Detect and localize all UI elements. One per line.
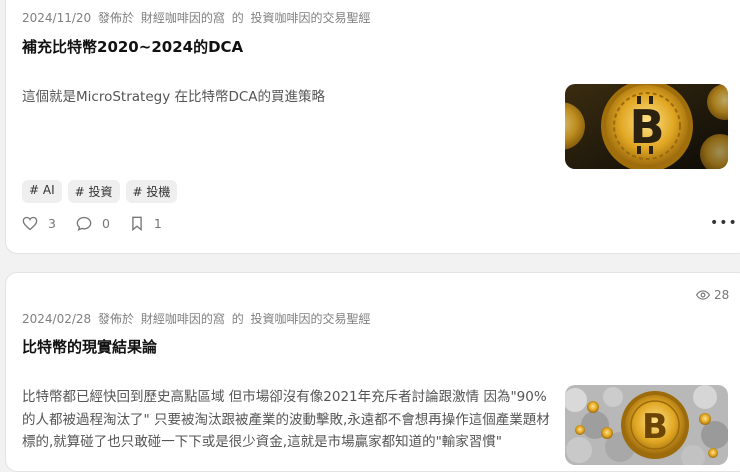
column-link[interactable]: 投資咖啡因的交易聖經 — [251, 11, 371, 25]
tag-list: # AI # 投資 # 投機 — [22, 180, 178, 203]
post-excerpt[interactable]: 比特幣都已經快回到歷史高點區域 但市場卻沒有像2021年充斥者討論跟激情 因為"… — [22, 386, 560, 454]
post-card[interactable]: 28 2024/02/28 發佈於 財經咖啡因的窩 的 投資咖啡因的交易聖經 比… — [5, 272, 740, 472]
post-thumbnail[interactable]: B — [565, 84, 728, 169]
bookmark-icon — [132, 216, 142, 231]
heart-icon — [22, 216, 38, 231]
comment-button[interactable]: 0 — [76, 216, 110, 231]
post-excerpt[interactable]: 這個就是MicroStrategy 在比特幣DCA的買進策略 — [22, 86, 542, 109]
publication-link[interactable]: 財經咖啡因的窩 — [141, 312, 225, 326]
eye-icon — [696, 290, 710, 300]
post-date: 2024/02/28 — [22, 312, 92, 326]
post-thumbnail[interactable]: B — [565, 385, 728, 465]
tag-chip[interactable]: # AI — [22, 180, 62, 203]
view-count-value: 28 — [714, 288, 730, 302]
post-actions: 3 0 1 — [22, 216, 182, 231]
post-title[interactable]: 比特幣的現實結果論 — [22, 336, 157, 357]
post-card[interactable]: 2024/11/20 發佈於 財經咖啡因的窩 的 投資咖啡因的交易聖經 補充比特… — [5, 0, 740, 254]
post-title[interactable]: 補充比特幣2020~2024的DCA — [22, 36, 243, 57]
comment-count: 0 — [101, 216, 110, 231]
posted-in-label: 發佈於 — [98, 11, 135, 25]
posted-in-label: 發佈於 — [98, 312, 135, 326]
view-count: 28 — [696, 288, 729, 302]
publication-link[interactable]: 財經咖啡因的窩 — [141, 11, 225, 25]
post-meta: 2024/02/28 發佈於 財經咖啡因的窩 的 投資咖啡因的交易聖經 — [22, 310, 374, 327]
post-meta: 2024/11/20 發佈於 財經咖啡因的窩 的 投資咖啡因的交易聖經 — [22, 9, 374, 26]
comment-icon — [76, 216, 92, 231]
svg-text:B: B — [629, 100, 664, 154]
bookmark-count: 1 — [153, 216, 162, 231]
like-count: 3 — [48, 216, 56, 231]
tag-chip[interactable]: # 投資 — [67, 180, 120, 203]
more-options-icon[interactable]: ••• — [710, 215, 738, 231]
post-date: 2024/11/20 — [22, 11, 92, 25]
bitcoin-coins-pile-image: B — [565, 385, 728, 465]
bookmark-button[interactable]: 1 — [130, 216, 162, 231]
column-link[interactable]: 投資咖啡因的交易聖經 — [251, 312, 371, 326]
bitcoin-coin-image: B — [565, 84, 728, 169]
of-label: 的 — [231, 11, 244, 25]
like-button[interactable]: 3 — [22, 216, 56, 231]
of-label: 的 — [231, 312, 244, 326]
tag-chip[interactable]: # 投機 — [125, 180, 178, 203]
svg-text:B: B — [642, 407, 668, 447]
